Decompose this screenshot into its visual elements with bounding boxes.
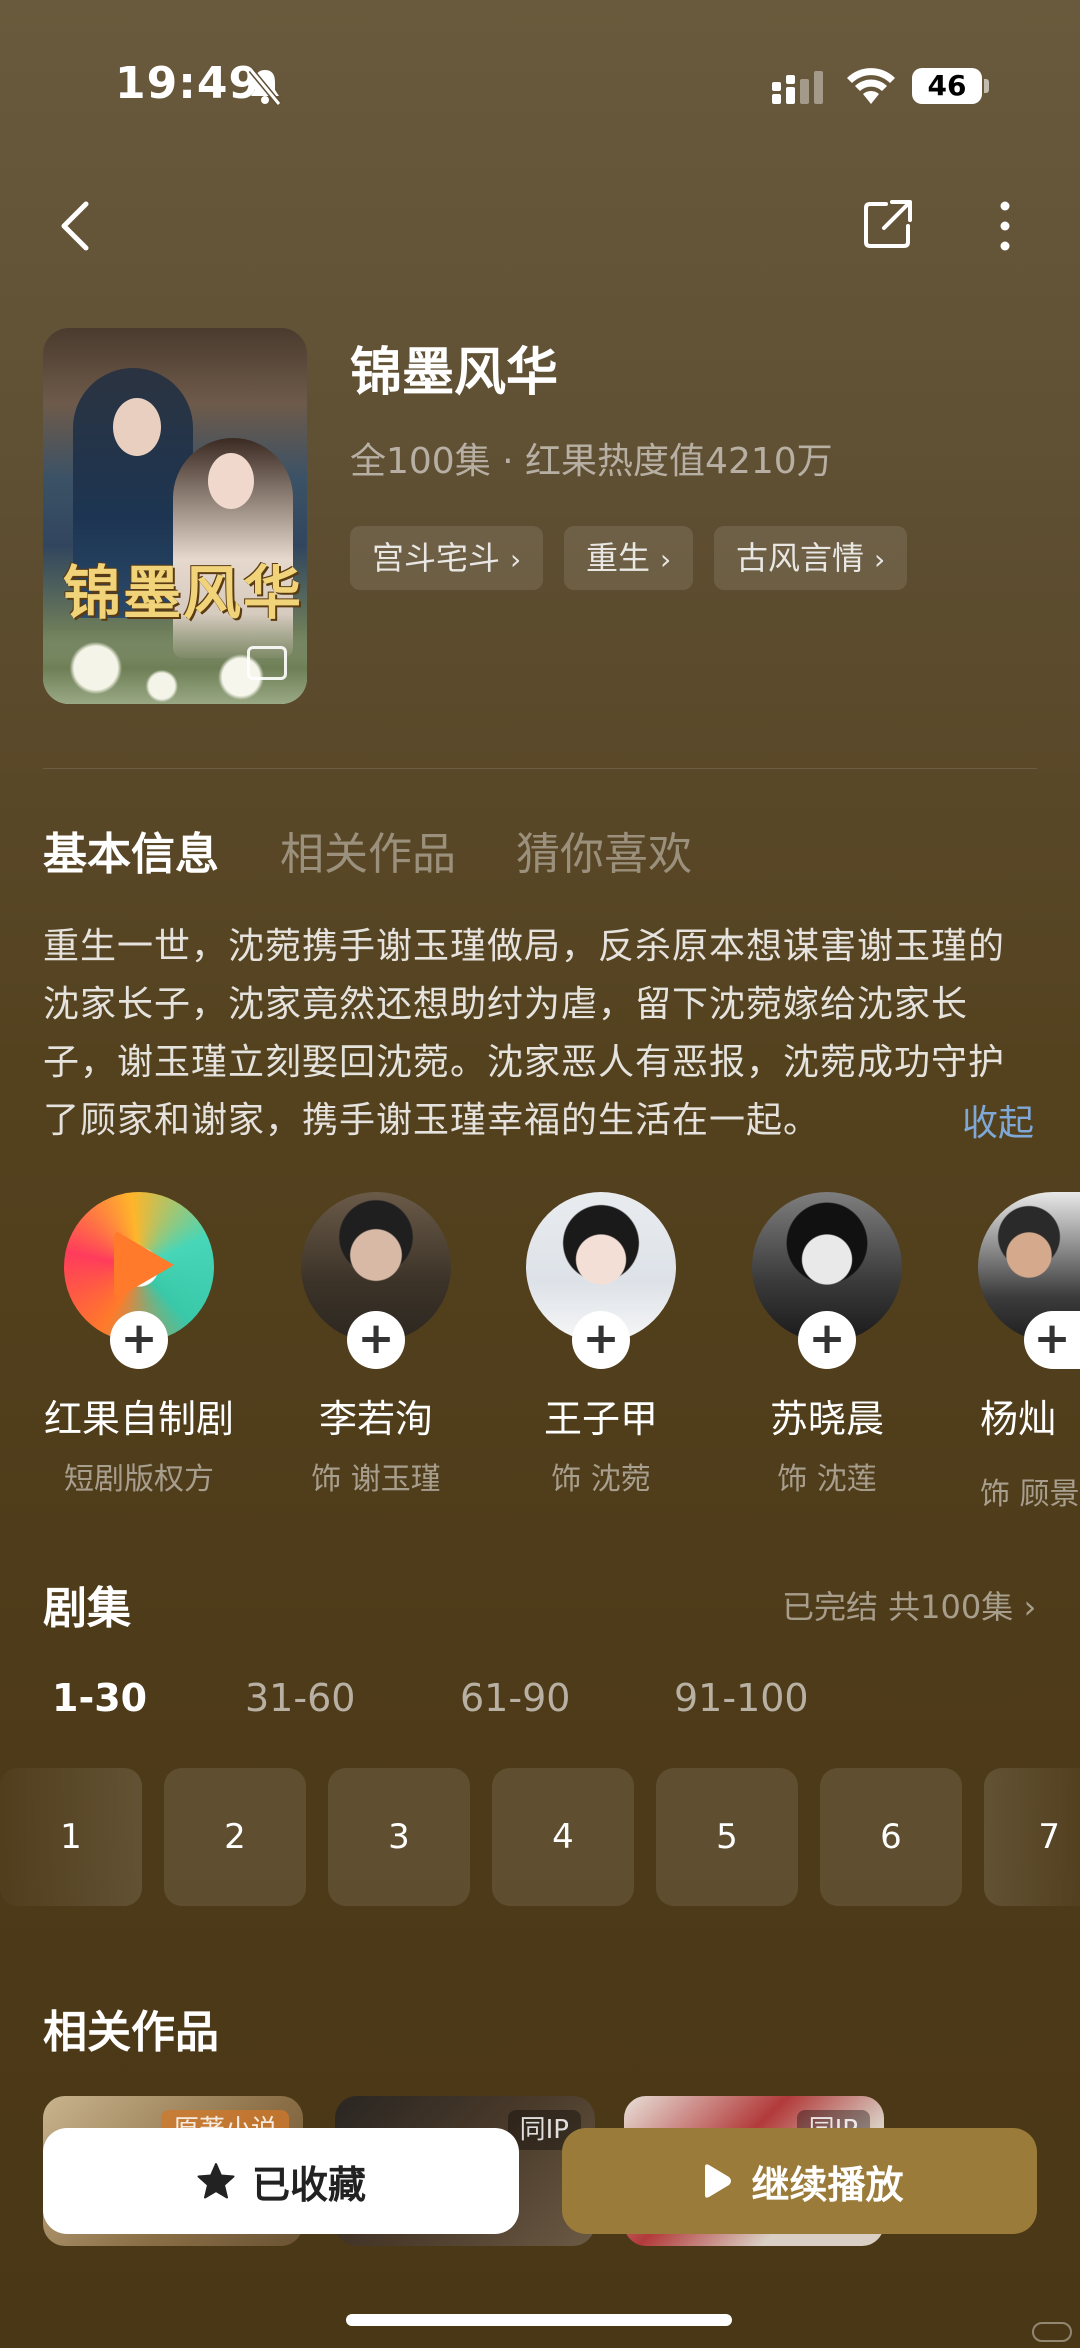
cast-role: 短剧版权方 (64, 1462, 214, 1497)
play-icon (705, 2164, 732, 2198)
drama-meta: 全100集 · 红果热度值4210万 (350, 441, 833, 482)
divider (43, 768, 1037, 769)
bell-muted-icon (248, 68, 282, 106)
episode-range-tab[interactable]: 31-60 (245, 1676, 355, 1720)
cast-clip: 杨灿 饰 顾景 (980, 1388, 1080, 1518)
drama-poster[interactable]: 锦墨风华 (43, 328, 307, 704)
episode-button[interactable]: 1 (0, 1768, 142, 1906)
cast-name: 王子甲 (543, 1397, 658, 1441)
cast-name: 苏晓晨 (769, 1397, 884, 1441)
related-title: 相关作品 (43, 2007, 219, 2058)
follow-plus-icon[interactable]: + (347, 1311, 405, 1369)
cast-name: 李若洵 (318, 1397, 433, 1441)
battery-tip (984, 79, 989, 93)
favorite-label: 已收藏 (251, 2162, 366, 2207)
watermark-icon (1032, 2322, 1072, 2342)
signal-icon (772, 71, 823, 104)
cast-role: 饰 谢玉瑾 (311, 1462, 441, 1497)
episodes-title: 剧集 (43, 1583, 131, 1634)
wifi-icon (847, 68, 895, 104)
tab-related-works[interactable]: 相关作品 (280, 818, 456, 882)
cast-role: 饰 沈莲 (777, 1462, 877, 1497)
episode-range-tab[interactable]: 1-30 (52, 1676, 147, 1720)
episode-button[interactable]: 6 (820, 1768, 962, 1906)
battery-level: 46 (912, 68, 982, 104)
favorite-button[interactable]: 已收藏 (43, 2128, 519, 2234)
cast-name: 红果自制剧 (43, 1397, 234, 1441)
poster-title: 锦墨风华 (63, 559, 304, 627)
play-label: 继续播放 (751, 2162, 904, 2207)
follow-plus-icon[interactable]: + (572, 1311, 630, 1369)
status-time: 19:49 (115, 58, 261, 109)
tag-label: 古风言情 (736, 539, 865, 577)
episodes-status-label: 已完结 共100集 (782, 1588, 1014, 1626)
follow-plus-icon[interactable]: + (798, 1311, 856, 1369)
tab-recommendations[interactable]: 猜你喜欢 (516, 818, 692, 882)
episodes-status[interactable]: 已完结 共100集 › (782, 1582, 1036, 1628)
chevron-right-icon: › (510, 543, 522, 576)
episode-button[interactable]: 7 (984, 1768, 1080, 1906)
back-icon[interactable] (48, 196, 108, 256)
more-icon[interactable] (985, 196, 1025, 256)
tag-chip[interactable]: 重生 › (564, 526, 694, 590)
episode-button[interactable]: 5 (656, 1768, 798, 1906)
tab-basic-info[interactable]: 基本信息 (43, 818, 219, 882)
home-indicator (346, 2314, 732, 2326)
gallery-icon (247, 646, 287, 680)
chevron-right-icon: › (874, 543, 886, 576)
tag-label: 宫斗宅斗 (372, 539, 501, 577)
episode-button[interactable]: 3 (328, 1768, 470, 1906)
star-icon (197, 2163, 235, 2199)
episode-button[interactable]: 4 (492, 1768, 634, 1906)
share-icon[interactable] (860, 196, 916, 252)
drama-title: 锦墨风华 (350, 343, 559, 403)
continue-play-button[interactable]: 继续播放 (562, 2128, 1037, 2234)
cast-name: 杨灿 (980, 1397, 1057, 1441)
episode-range-tab[interactable]: 61-90 (460, 1676, 570, 1720)
episode-range-tab[interactable]: 91-100 (674, 1676, 809, 1720)
follow-plus-icon[interactable]: + (110, 1311, 168, 1369)
cast-role: 饰 顾景 (980, 1477, 1080, 1512)
episode-button[interactable]: 2 (164, 1768, 306, 1906)
chevron-right-icon: › (1023, 1588, 1037, 1626)
synopsis: 重生一世，沈菀携手谢玉瑾做局，反杀原本想谋害谢玉瑾的沈家长子，沈家竟然还想助纣为… (43, 926, 1006, 1141)
chevron-right-icon: › (660, 543, 672, 576)
tag-chip[interactable]: 宫斗宅斗 › (350, 526, 544, 590)
collapse-button[interactable]: 收起 (962, 1094, 1034, 1146)
tag-label: 重生 (586, 539, 651, 577)
follow-plus-icon[interactable]: + (1024, 1311, 1080, 1369)
cast-role: 饰 沈菀 (551, 1462, 651, 1497)
tag-chip[interactable]: 古风言情 › (714, 526, 908, 590)
